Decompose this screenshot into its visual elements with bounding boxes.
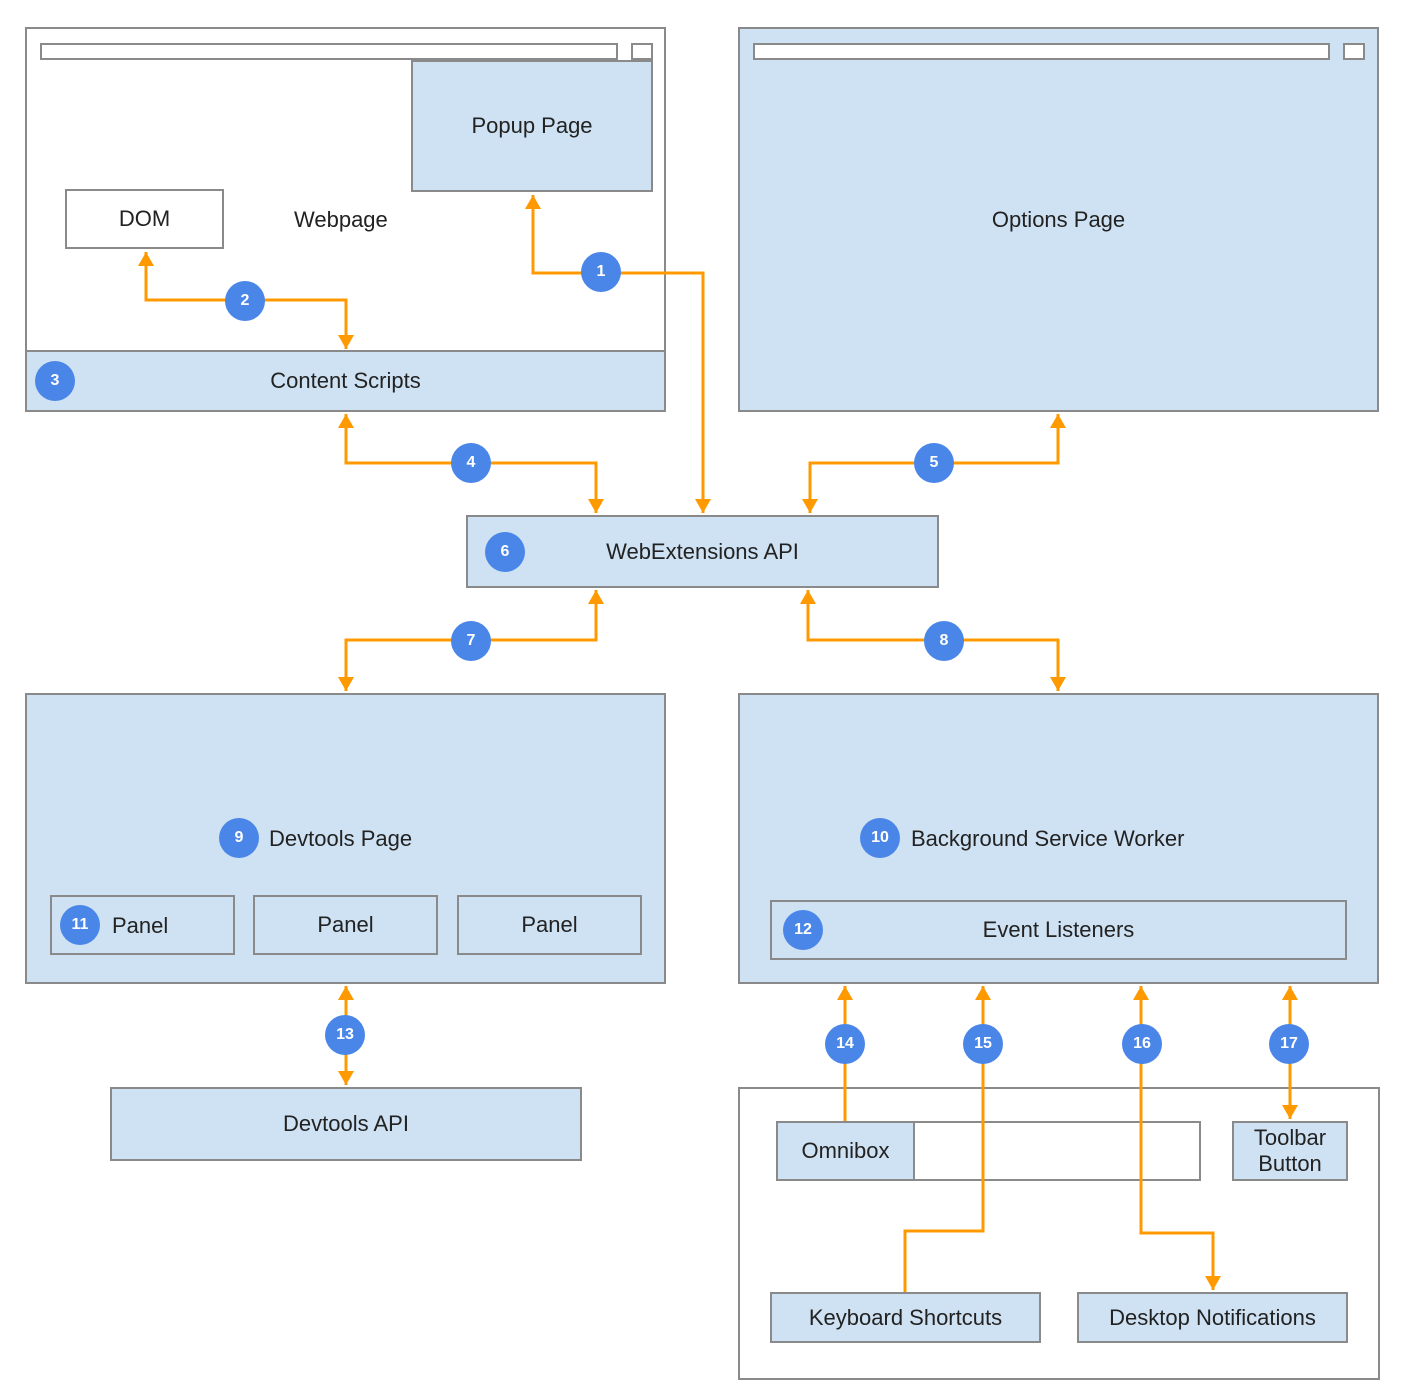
connector-8-arrowhead-start xyxy=(800,590,816,604)
panel-3: Panel xyxy=(457,895,642,955)
webextensions-api-box: WebExtensions API xyxy=(466,515,939,588)
options-page-label: Options Page xyxy=(991,206,1126,232)
devtools-api-box: Devtools API xyxy=(110,1087,582,1161)
badge-10: 10 xyxy=(860,818,900,858)
badge-7: 7 xyxy=(451,621,491,661)
badge-12: 12 xyxy=(783,910,823,950)
panel-1-label: Panel xyxy=(112,913,169,938)
webpage-address-bar xyxy=(40,43,618,60)
connector-7-arrowhead-end xyxy=(338,677,354,691)
devtools-page-label: Devtools Page xyxy=(269,826,413,851)
badge-8: 8 xyxy=(924,621,964,661)
connector-13-arrowhead-start xyxy=(338,986,354,1000)
popup-page-box: Popup Page xyxy=(411,60,653,192)
connector-4-arrowhead-start xyxy=(338,414,354,428)
connector-8-arrowhead-end xyxy=(1050,677,1066,691)
omnibox-box: Omnibox xyxy=(776,1121,915,1181)
badge-11: 11 xyxy=(60,905,100,945)
badge-5: 5 xyxy=(914,443,954,483)
desktop-notifications-box: Desktop Notifications xyxy=(1077,1292,1348,1343)
toolbar-button-label-line2: Button xyxy=(1258,1151,1322,1176)
keyboard-shortcuts-label: Keyboard Shortcuts xyxy=(808,1304,1003,1330)
connector-16-arrowhead-start xyxy=(1133,986,1149,1000)
options-window-button xyxy=(1343,43,1365,60)
omnibox-label: Omnibox xyxy=(801,1138,890,1163)
content-scripts-label: Content Scripts xyxy=(270,368,421,393)
badge-1: 1 xyxy=(581,252,621,292)
connector-14-arrowhead-end xyxy=(837,986,853,1000)
toolbar-button-label-line1: Toolbar xyxy=(1253,1125,1327,1150)
connector-13-arrowhead-end xyxy=(338,1071,354,1085)
badge-14: 14 xyxy=(825,1024,865,1064)
content-scripts-box: Content Scripts xyxy=(25,350,666,412)
badge-2: 2 xyxy=(225,281,265,321)
badge-17: 17 xyxy=(1269,1024,1309,1064)
badge-9: 9 xyxy=(219,818,259,858)
event-listeners-label: Event Listeners xyxy=(982,917,1135,942)
badge-15: 15 xyxy=(963,1024,1003,1064)
connector-1-arrowhead-start xyxy=(695,499,711,513)
connector-4-arrowhead-end xyxy=(588,499,604,513)
event-listeners-box: Event Listeners xyxy=(770,900,1347,960)
badge-13: 13 xyxy=(325,1015,365,1055)
badge-3: 3 xyxy=(35,361,75,401)
popup-page-label: Popup Page xyxy=(471,113,593,138)
badge-6: 6 xyxy=(485,532,525,572)
dom-box: DOM xyxy=(65,189,224,249)
panel-2: Panel xyxy=(253,895,438,955)
options-address-bar xyxy=(753,43,1330,60)
connector-5-arrowhead-start xyxy=(1050,414,1066,428)
keyboard-shortcuts-box: Keyboard Shortcuts xyxy=(770,1292,1041,1343)
panel-3-label: Panel xyxy=(521,912,578,937)
webpage-window-button xyxy=(631,43,653,60)
dom-label: DOM xyxy=(118,206,171,231)
webextensions-api-label: WebExtensions API xyxy=(606,538,799,564)
badge-16: 16 xyxy=(1122,1024,1162,1064)
desktop-notifications-label: Desktop Notifications xyxy=(1109,1304,1316,1330)
devtools-api-label: Devtools API xyxy=(283,1111,409,1136)
webpage-label: Webpage xyxy=(294,207,388,232)
badge-4: 4 xyxy=(451,443,491,483)
panel-2-label: Panel xyxy=(317,912,374,937)
connector-7-arrowhead-start xyxy=(588,590,604,604)
background-service-worker-label: Background Service Worker xyxy=(911,826,1185,851)
connector-5-arrowhead-end xyxy=(802,499,818,513)
connector-17-arrowhead-start xyxy=(1282,986,1298,1000)
connector-15-arrowhead-end xyxy=(975,986,991,1000)
toolbar-button-box: Toolbar Button xyxy=(1232,1121,1348,1181)
options-page-window: Options Page xyxy=(738,27,1379,412)
